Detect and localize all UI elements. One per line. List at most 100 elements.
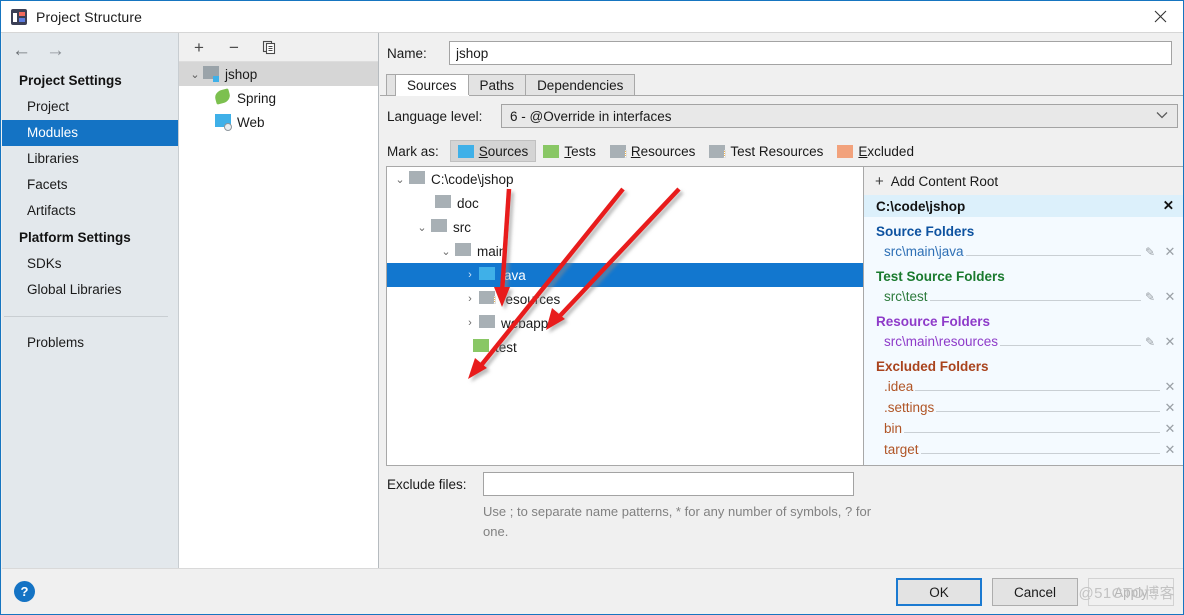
tab-strip-stub <box>386 74 396 95</box>
module-tree-row-spring[interactable]: Spring <box>179 86 378 110</box>
module-tree-row-jshop[interactable]: ⌄ jshop <box>179 62 378 86</box>
mark-as-row: Mark as: Sources Tests Resources Test Re… <box>380 136 1183 166</box>
window-title: Project Structure <box>36 8 142 25</box>
language-level-value: 6 - @Override in interfaces <box>510 108 672 124</box>
ok-button[interactable]: OK <box>896 578 982 606</box>
settings-sidebar: ← → Project Settings Project Modules Lib… <box>2 33 179 568</box>
gray-folder-icon <box>435 195 451 211</box>
chevron-down-icon[interactable]: ⌄ <box>413 221 431 234</box>
remove-folder-icon[interactable]: ✕ <box>1164 421 1176 437</box>
facet-label: Spring <box>237 90 277 106</box>
sidebar-divider <box>4 316 168 317</box>
tab-dependencies[interactable]: Dependencies <box>526 74 636 95</box>
tab-strip-filler <box>635 74 1183 95</box>
title-bar: Project Structure <box>1 1 1183 33</box>
remove-folder-icon[interactable]: ✕ <box>1164 244 1176 260</box>
remove-folder-icon[interactable]: ✕ <box>1164 334 1176 350</box>
content-root-path: C:\code\jshop <box>876 198 966 214</box>
forward-arrow-icon[interactable]: → <box>46 41 65 60</box>
language-level-select[interactable]: 6 - @Override in interfaces <box>501 104 1178 128</box>
dialog-footer: ? OK Cancel Apply <box>2 568 1183 614</box>
tab-sources[interactable]: Sources <box>396 74 469 95</box>
remove-content-root-icon[interactable]: ✕ <box>1163 198 1174 214</box>
edit-pencil-icon[interactable]: ✎ <box>1145 335 1155 349</box>
sidebar-item-libraries[interactable]: Libraries <box>2 146 178 172</box>
add-content-root-button[interactable]: + Add Content Root <box>864 167 1183 195</box>
gray-folder-icon <box>431 219 447 235</box>
entry-underline <box>965 244 1141 256</box>
mark-as-excluded-button[interactable]: Excluded <box>830 140 921 162</box>
gray-resource-folder-icon <box>479 291 496 307</box>
tab-paths[interactable]: Paths <box>468 74 527 95</box>
exclude-files-label: Exclude files: <box>387 476 467 492</box>
mark-as-test-resources-label: Test Resources <box>730 143 824 159</box>
tree-row-resources[interactable]: › resources <box>387 287 863 311</box>
excluded-folder-path: .idea <box>884 379 914 394</box>
content-root-path-row[interactable]: C:\code\jshop ✕ <box>864 195 1183 217</box>
chevron-down-icon[interactable]: ⌄ <box>391 173 409 186</box>
tree-row-main[interactable]: ⌄ main <box>387 239 863 263</box>
mark-as-resources-button[interactable]: Resources <box>603 140 703 162</box>
tree-row-doc[interactable]: doc <box>387 191 863 215</box>
source-folder-entry[interactable]: src\main\java ✎ ✕ <box>864 241 1183 262</box>
gray-folder-icon <box>479 315 495 331</box>
tree-row-content-root[interactable]: ⌄ C:\code\jshop <box>387 167 863 191</box>
excluded-folder-path: .settings <box>884 400 935 415</box>
orange-folder-icon <box>837 144 854 158</box>
sidebar-item-global-libraries[interactable]: Global Libraries <box>2 277 178 303</box>
tree-row-label: java <box>501 267 526 283</box>
sidebar-item-project[interactable]: Project <box>2 94 178 120</box>
tree-row-java[interactable]: › java <box>387 263 863 287</box>
plus-icon: + <box>875 172 884 190</box>
chevron-down-icon[interactable] <box>1156 110 1168 122</box>
remove-folder-icon[interactable]: ✕ <box>1164 400 1176 416</box>
tree-row-src[interactable]: ⌄ src <box>387 215 863 239</box>
chevron-down-icon[interactable]: ⌄ <box>187 68 203 81</box>
language-level-row: Language level: 6 - @Override in interfa… <box>380 96 1183 136</box>
back-arrow-icon[interactable]: ← <box>12 41 31 60</box>
chevron-down-icon[interactable]: ⌄ <box>437 245 455 258</box>
sidebar-item-modules[interactable]: Modules <box>2 120 178 146</box>
exclude-files-input[interactable] <box>483 472 854 496</box>
mark-as-tests-button[interactable]: Tests <box>536 140 603 162</box>
module-name-input[interactable] <box>449 41 1172 65</box>
test-source-folder-entry[interactable]: src\test ✎ ✕ <box>864 286 1183 307</box>
sidebar-item-sdks[interactable]: SDKs <box>2 251 178 277</box>
chevron-right-icon[interactable]: › <box>461 317 479 329</box>
edit-pencil-icon[interactable]: ✎ <box>1145 245 1155 259</box>
mark-as-resources-mnemonic: R <box>630 143 641 159</box>
edit-pencil-icon[interactable]: ✎ <box>1145 290 1155 304</box>
tree-row-label: webapp <box>501 315 549 331</box>
excluded-folder-entry[interactable]: .idea ✕ <box>864 376 1183 397</box>
web-facet-icon <box>215 114 232 131</box>
excluded-folder-entry[interactable]: .settings ✕ <box>864 397 1183 418</box>
resource-folder-entry[interactable]: src\main\resources ✎ ✕ <box>864 331 1183 352</box>
module-tree-row-web[interactable]: Web <box>179 110 378 134</box>
apply-button: Apply <box>1088 578 1174 606</box>
remove-module-button[interactable]: − <box>225 38 243 56</box>
entry-underline <box>920 442 1160 454</box>
chevron-right-icon[interactable]: › <box>461 293 479 305</box>
mark-as-sources-button[interactable]: Sources <box>449 140 537 162</box>
sidebar-item-problems[interactable]: Problems <box>2 330 178 356</box>
sidebar-item-artifacts[interactable]: Artifacts <box>2 198 178 224</box>
chevron-right-icon[interactable]: › <box>461 269 479 281</box>
remove-folder-icon[interactable]: ✕ <box>1164 442 1176 458</box>
add-module-button[interactable]: + <box>190 38 208 56</box>
excluded-folder-entry[interactable]: bin ✕ <box>864 418 1183 439</box>
mark-as-test-resources-button[interactable]: Test Resources <box>702 140 830 162</box>
help-icon[interactable]: ? <box>14 581 35 602</box>
remove-folder-icon[interactable]: ✕ <box>1164 379 1176 395</box>
tree-row-webapp[interactable]: › webapp <box>387 311 863 335</box>
module-folder-icon <box>203 66 219 82</box>
modules-list-panel: + − ⌄ jshop Spring Web <box>179 33 379 568</box>
remove-folder-icon[interactable]: ✕ <box>1164 289 1176 305</box>
close-icon[interactable] <box>1137 1 1183 32</box>
excluded-folder-entry[interactable]: target ✕ <box>864 439 1183 460</box>
copy-module-button[interactable] <box>260 38 278 56</box>
tree-row-label: test <box>495 339 517 355</box>
tree-row-test[interactable]: test <box>387 335 863 359</box>
cancel-button[interactable]: Cancel <box>992 578 1078 606</box>
sidebar-item-facets[interactable]: Facets <box>2 172 178 198</box>
entry-underline <box>936 400 1160 412</box>
